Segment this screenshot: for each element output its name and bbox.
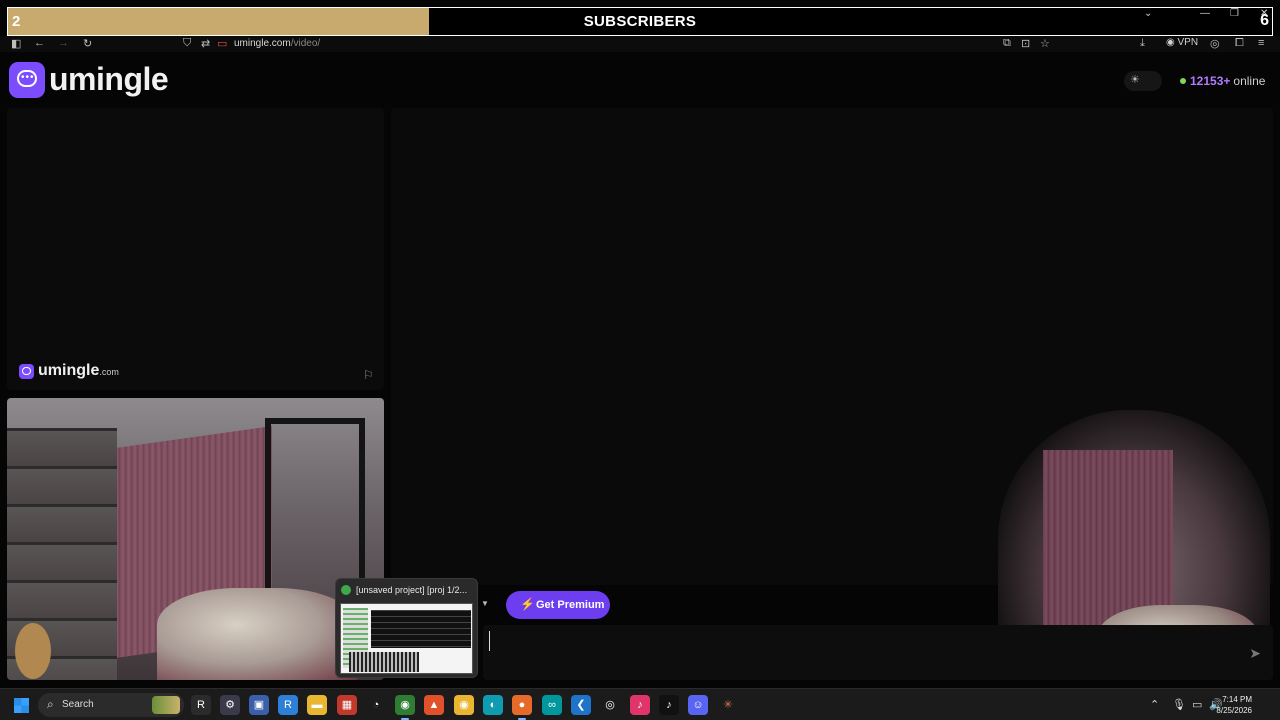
vpn-label: VPN [1177, 37, 1199, 48]
taskbar-clock[interactable]: 7:14 PM 8/25/2026 [1216, 694, 1252, 716]
firefox-icon[interactable]: ● [512, 695, 532, 720]
search-icon: ⌕ [47, 697, 54, 711]
microphone-icon[interactable]: 🎙 [1172, 698, 1186, 711]
chat-input[interactable] [489, 631, 989, 651]
preview-image [340, 603, 473, 674]
taskbar-search[interactable]: ⌕ Search [38, 693, 184, 717]
search-highlight-image [152, 696, 180, 714]
online-counter: 12153+ online [1180, 74, 1265, 88]
windows-start-icon[interactable] [14, 698, 29, 713]
send-icon[interactable]: ➤ [1249, 645, 1261, 662]
remote-app-icon[interactable]: ▣ [249, 695, 269, 715]
folder-icon[interactable]: ▬ [307, 695, 327, 715]
extensions-icon[interactable]: ⧠ [1235, 37, 1244, 50]
remote-desktop-icon[interactable]: R [278, 695, 298, 715]
online-label: online [1233, 74, 1266, 88]
subscriber-title: SUBSCRIBERS [583, 13, 697, 30]
close-icon[interactable]: ✕ [1260, 8, 1268, 19]
tray-overflow-icon[interactable]: ⌃ [1150, 698, 1159, 711]
self-camera-video [7, 398, 384, 680]
arduino-icon[interactable]: ∞ [542, 695, 562, 715]
obs-icon[interactable]: ◎ [600, 695, 620, 715]
account-icon[interactable]: ◎ [1210, 37, 1220, 50]
chrome-icon[interactable]: ◉ [454, 695, 474, 715]
shield-icon[interactable]: ⛉ [183, 37, 191, 50]
clock-time: 7:14 PM [1222, 695, 1252, 704]
windows-taskbar: ⌕ Search R ⚙ ▣ R ▬ ▦ ◔ ◉ ▲ ◉ ◐ ● ∞ ❮ ◎ ♪… [0, 688, 1280, 720]
app-icon [341, 585, 351, 595]
stranger-video-panel: umingle.com ⚐ [7, 108, 384, 390]
watermark-logo-icon [19, 364, 34, 379]
screen: 2 SUBSCRIBERS 6 ⌄ — ❐ ✕ ◧ ← → ↻ ⛉ ⇄ ▭ um… [0, 0, 1280, 720]
vpn-button[interactable]: ◉ VPN [1166, 37, 1198, 48]
taskbar-window-preview[interactable]: [unsaved project] [proj 1/2... [335, 578, 478, 678]
sun-icon: ☀ [1130, 74, 1140, 86]
theme-toggle[interactable]: ☀ [1124, 71, 1162, 91]
edge-icon[interactable]: ◐ [483, 695, 503, 715]
dropdown-caret-icon[interactable]: ▼ [481, 599, 489, 608]
brave-icon[interactable]: ▲ [424, 695, 444, 715]
chevron-down-icon[interactable]: ⌄ [1144, 8, 1152, 19]
clock-date: 8/25/2026 [1216, 706, 1252, 715]
get-premium-button[interactable]: ⚡ Get Premium [506, 591, 610, 619]
camera-active-icon[interactable]: ▭ [217, 37, 227, 50]
clock-app-icon[interactable]: ◔ [366, 695, 386, 715]
sidebar-icon[interactable]: ◧ [11, 37, 21, 50]
bolt-icon: ⚡ [520, 597, 535, 611]
vscode-icon[interactable]: ❮ [571, 695, 591, 715]
online-dot-icon [1180, 78, 1186, 84]
claude-icon[interactable]: ✳ [718, 695, 738, 715]
watermark-text: umingle.com [38, 362, 119, 379]
browser-toolbar: ◧ ← → ↻ ⛉ ⇄ ▭ umingle.com/video/ ⧉ ⊡ ☆ ⤓… [0, 36, 1280, 52]
forward-icon[interactable]: → [58, 37, 69, 49]
preview-title: [unsaved project] [proj 1/2... [356, 585, 468, 595]
tiktok-icon[interactable]: ♪ [659, 695, 679, 715]
display-icon[interactable]: ▭ [1192, 698, 1202, 711]
site-logo-text[interactable]: umingle [49, 61, 169, 98]
search-label: Search [62, 699, 94, 710]
restore-icon[interactable]: ❐ [1230, 8, 1239, 19]
address-bar[interactable]: umingle.com/video/ [234, 38, 320, 49]
subscriber-bar: 2 SUBSCRIBERS 6 [7, 7, 1273, 36]
reload-icon[interactable]: ↻ [83, 37, 92, 50]
online-count: 12153+ [1190, 74, 1231, 88]
picture-in-picture-icon[interactable]: ⧉ [1003, 37, 1011, 50]
network-app-icon[interactable]: ⚙ [220, 695, 240, 715]
chrome-canary-icon[interactable]: ◉ [395, 695, 415, 720]
tiktok-studio-icon[interactable]: ♪ [630, 695, 650, 715]
bookmark-star-icon[interactable]: ☆ [1040, 37, 1050, 50]
url-path: /video/ [290, 38, 321, 49]
save-page-icon[interactable]: ⊡ [1021, 37, 1030, 50]
chat-box: ➤ [483, 625, 1273, 680]
calendar-app-icon[interactable]: ▦ [337, 695, 357, 715]
download-icon[interactable]: ⤓ [1140, 37, 1145, 50]
menu-icon[interactable]: ≡ [1258, 37, 1264, 49]
report-flag-icon[interactable]: ⚐ [363, 368, 374, 382]
swap-icon[interactable]: ⇄ [201, 37, 210, 50]
discord-icon[interactable]: ☺ [688, 695, 708, 715]
url-domain: umingle.com [234, 38, 291, 49]
minimize-icon[interactable]: — [1200, 8, 1210, 19]
back-icon[interactable]: ← [34, 37, 45, 49]
umingle-logo-icon[interactable]: ••• [9, 62, 45, 98]
r-app-icon[interactable]: R [191, 695, 211, 715]
get-premium-label: Get Premium [536, 599, 605, 611]
